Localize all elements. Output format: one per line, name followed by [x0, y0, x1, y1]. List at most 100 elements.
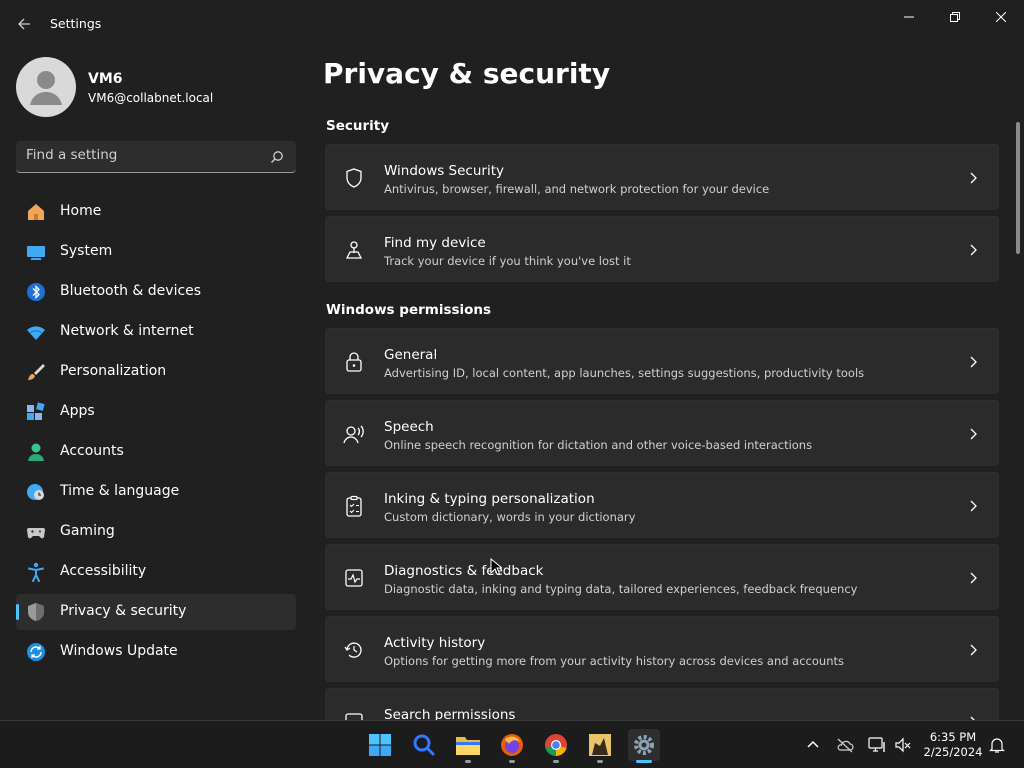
clock-globe-icon: [27, 484, 44, 500]
app-title: Settings: [50, 16, 102, 31]
card-diagnostics-feedback[interactable]: Diagnostics & feedback Diagnostic data, …: [325, 544, 999, 610]
restore-button[interactable]: [932, 6, 978, 28]
card-windows-security[interactable]: Windows Security Antivirus, browser, fir…: [325, 144, 999, 210]
section-heading-security: Security: [326, 118, 390, 134]
home-icon: [28, 204, 44, 220]
page-title: Privacy & security: [323, 57, 611, 90]
close-button[interactable]: [978, 6, 1024, 28]
card-title: Windows Security: [384, 163, 504, 179]
clock-date: 2/25/2024: [923, 745, 983, 759]
firefox-icon: [501, 734, 523, 756]
sidebar: VM6 VM6@collabnet.local Home System Blue…: [0, 48, 310, 720]
chevron-right-icon: [970, 644, 977, 656]
sidebar-item-label: Bluetooth & devices: [60, 283, 202, 299]
card-general[interactable]: General Advertising ID, local content, a…: [325, 328, 999, 394]
taskbar-search-button[interactable]: [408, 729, 440, 761]
card-title: Search permissions: [384, 707, 516, 720]
chevron-right-icon: [970, 428, 977, 440]
sidebar-item-accessibility[interactable]: Accessibility: [16, 554, 296, 590]
network-icon[interactable]: [868, 736, 886, 754]
speech-icon: [343, 425, 364, 444]
taskbar-chrome[interactable]: [540, 729, 572, 763]
brush-icon: [28, 364, 45, 380]
shield-icon: [28, 603, 44, 621]
card-title: General: [384, 347, 438, 363]
sidebar-item-label: Windows Update: [60, 643, 178, 659]
search-icon: [413, 734, 435, 756]
sidebar-item-privacy-security[interactable]: Privacy & security: [16, 594, 296, 630]
volume-muted-icon[interactable]: [894, 736, 912, 754]
taskbar-settings[interactable]: [628, 729, 660, 763]
wifi-icon: [27, 326, 45, 340]
search-input[interactable]: [26, 147, 266, 163]
lock-icon: [346, 352, 362, 372]
taskbar: 6:35 PM 2/25/2024: [0, 720, 1024, 768]
sidebar-item-accounts[interactable]: Accounts: [16, 434, 296, 470]
sidebar-item-personalization[interactable]: Personalization: [16, 354, 296, 390]
start-icon: [369, 734, 391, 756]
accounts-icon: [28, 443, 44, 461]
close-icon: [996, 12, 1006, 22]
search-box[interactable]: [16, 141, 296, 173]
card-description: Antivirus, browser, firewall, and networ…: [384, 182, 770, 196]
card-description: Diagnostic data, inking and typing data,…: [384, 582, 858, 596]
back-arrow-icon: [18, 18, 30, 30]
card-title: Diagnostics & feedback: [384, 563, 544, 579]
search-icon[interactable]: [270, 150, 284, 164]
history-icon: [344, 642, 362, 658]
sidebar-item-gaming[interactable]: Gaming: [16, 514, 296, 550]
chevron-right-icon: [970, 500, 977, 512]
card-title: Speech: [384, 419, 434, 435]
card-inking-typing[interactable]: Inking & typing personalization Custom d…: [325, 472, 999, 538]
search-permissions-icon: [345, 713, 363, 720]
restore-icon: [950, 12, 960, 22]
card-find-my-device[interactable]: Find my device Track your device if you …: [325, 216, 999, 282]
scrollbar-thumb[interactable]: [1016, 122, 1020, 254]
card-speech[interactable]: Speech Online speech recognition for dic…: [325, 400, 999, 466]
card-title: Activity history: [384, 635, 486, 651]
card-description: Advertising ID, local content, app launc…: [384, 366, 865, 380]
sidebar-item-label: System: [60, 243, 113, 259]
mouse-cursor-icon: [490, 558, 502, 576]
system-icon: [27, 246, 45, 260]
user-name: VM6: [88, 71, 123, 87]
card-activity-history[interactable]: Activity history Options for getting mor…: [325, 616, 999, 682]
taskbar-app[interactable]: [584, 729, 616, 763]
title-bar: Settings: [0, 0, 1024, 48]
card-description: Track your device if you think you've lo…: [384, 254, 631, 268]
back-button[interactable]: [12, 12, 36, 36]
section-heading-windows-permissions: Windows permissions: [326, 302, 492, 318]
onedrive-icon[interactable]: [836, 736, 854, 754]
notification-bell-icon[interactable]: [988, 736, 1006, 754]
card-description: Options for getting more from your activ…: [384, 654, 844, 668]
user-avatar-icon: [30, 71, 62, 105]
sidebar-item-apps[interactable]: Apps: [16, 394, 296, 430]
sidebar-item-home[interactable]: Home: [16, 194, 296, 230]
card-search-permissions[interactable]: Search permissions: [325, 688, 999, 720]
clock[interactable]: 6:35 PM 2/25/2024: [918, 730, 988, 760]
sidebar-item-windows-update[interactable]: Windows Update: [16, 634, 296, 670]
chrome-icon: [545, 734, 567, 756]
card-title: Find my device: [384, 235, 486, 251]
sidebar-item-time-language[interactable]: Time & language: [16, 474, 296, 510]
sidebar-item-network[interactable]: Network & internet: [16, 314, 296, 350]
taskbar-file-explorer[interactable]: [452, 729, 484, 763]
sidebar-item-label: Network & internet: [60, 323, 194, 339]
file-explorer-icon: [456, 737, 480, 755]
shield-outline-icon: [346, 168, 362, 188]
card-description: Custom dictionary, words in your diction…: [384, 510, 636, 524]
update-icon: [27, 643, 45, 661]
main-content: Privacy & security Security Windows Secu…: [310, 48, 1024, 720]
avatar[interactable]: [16, 57, 76, 117]
chevron-right-icon: [970, 244, 977, 256]
sidebar-item-bluetooth[interactable]: Bluetooth & devices: [16, 274, 296, 310]
sidebar-item-system[interactable]: System: [16, 234, 296, 270]
show-hidden-icons-icon[interactable]: [804, 736, 822, 754]
sidebar-item-label: Personalization: [60, 363, 167, 379]
minimize-icon: [904, 16, 914, 18]
sidebar-item-label: Accessibility: [60, 563, 147, 579]
minimize-button[interactable]: [886, 6, 932, 28]
card-description: Online speech recognition for dictation …: [384, 438, 813, 452]
taskbar-firefox[interactable]: [496, 729, 528, 763]
taskbar-start-button[interactable]: [364, 729, 396, 761]
